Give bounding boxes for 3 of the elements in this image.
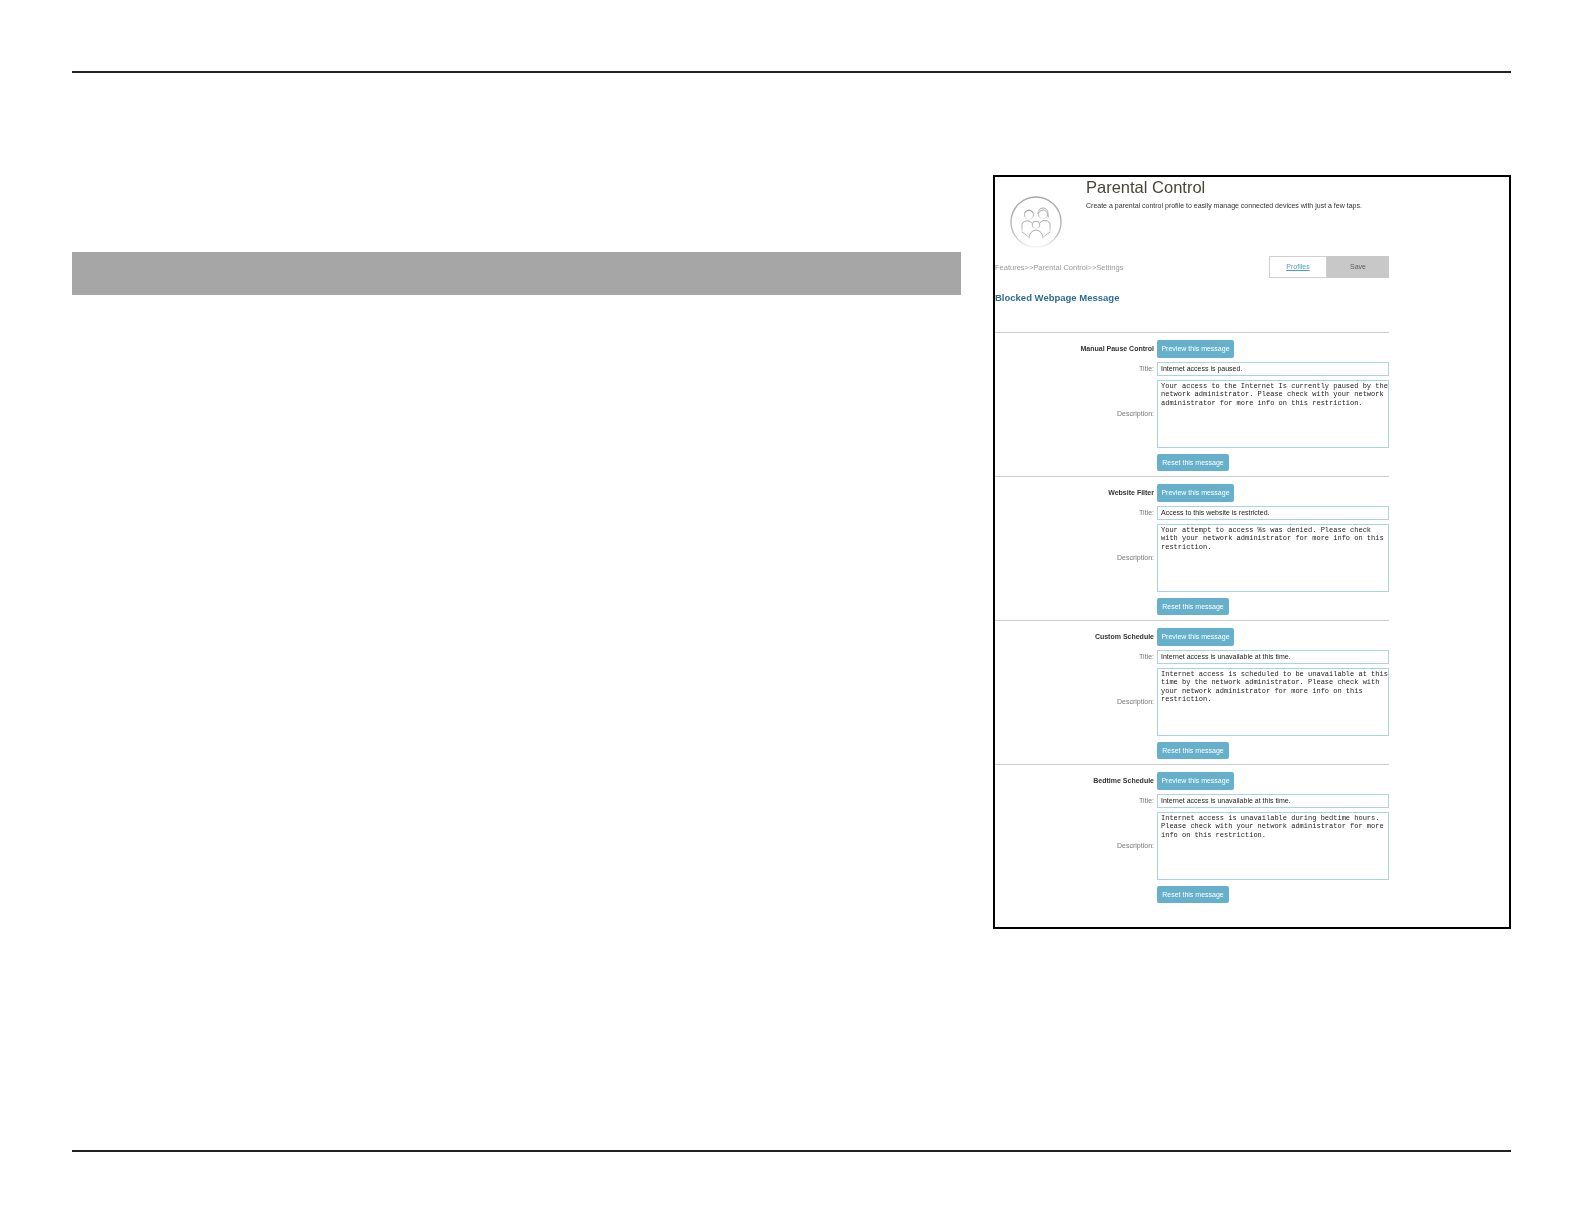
family-icon bbox=[1010, 196, 1062, 248]
page-title: Parental Control bbox=[1086, 179, 1206, 196]
section-title: Blocked Webpage Message bbox=[995, 292, 1120, 303]
